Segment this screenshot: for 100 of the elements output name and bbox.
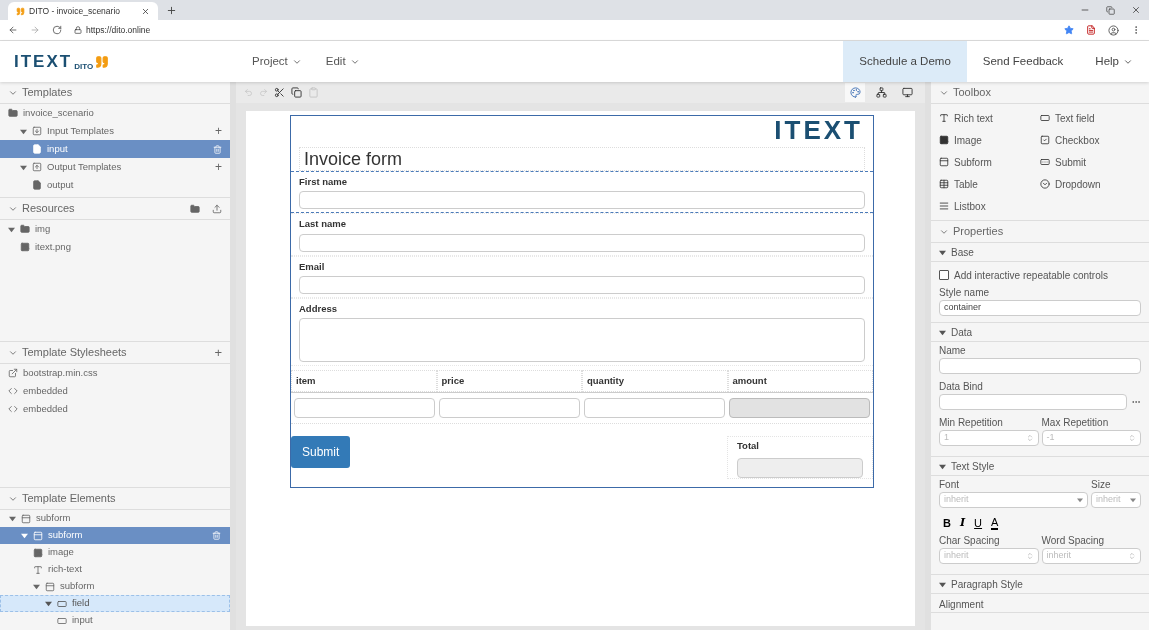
toolbox-item[interactable]: Submit	[1040, 151, 1141, 173]
tree-item[interactable]: embedded	[0, 400, 230, 418]
header-button[interactable]: Schedule a Demo	[843, 41, 967, 82]
close-icon[interactable]	[1131, 5, 1141, 15]
text-input[interactable]	[299, 233, 865, 252]
tree-item[interactable]: Input Templates +	[0, 122, 230, 140]
code-icon	[8, 386, 18, 396]
text-icon	[33, 564, 43, 575]
spinner-icon[interactable]	[1128, 552, 1136, 560]
format-button[interactable]: A	[991, 516, 999, 530]
tree-item[interactable]: subform	[0, 527, 230, 544]
tree-item[interactable]: embedded	[0, 382, 230, 400]
menu-item[interactable]: Edit	[325, 52, 360, 71]
field-label: Style name	[939, 286, 991, 300]
trash-icon[interactable]	[213, 144, 222, 154]
tree-item[interactable]: input	[0, 612, 230, 629]
field-label: Font	[939, 478, 960, 492]
forward-icon[interactable]	[30, 25, 40, 35]
reload-icon[interactable]	[52, 25, 62, 35]
caret-icon	[9, 515, 16, 522]
toolbox-item[interactable]: Rich text	[939, 107, 1040, 129]
caret-icon	[939, 248, 946, 256]
table-input[interactable]	[439, 398, 580, 419]
tree-item[interactable]: subform	[0, 578, 230, 595]
format-button[interactable]: U	[974, 517, 983, 529]
tree-item[interactable]: bootstrap.min.css	[0, 364, 230, 382]
input-field[interactable]	[939, 394, 1127, 410]
section-header[interactable]: Text Style	[931, 457, 1149, 476]
tree-item[interactable]: field	[0, 595, 230, 612]
quote-icon	[95, 54, 110, 69]
toolbox-item[interactable]: Image	[939, 129, 1040, 151]
add-button[interactable]: +	[214, 346, 222, 359]
toolbox-item[interactable]: Table	[939, 173, 1040, 195]
trash-icon[interactable]	[212, 531, 221, 540]
spinner-icon[interactable]	[1025, 552, 1034, 560]
tree-item[interactable]: output	[0, 176, 230, 194]
dropdown-arrow-icon[interactable]	[1077, 497, 1083, 503]
code-icon	[8, 404, 18, 414]
section-header[interactable]: Paragraph Style	[931, 575, 1149, 594]
up-arrow-box-icon	[32, 162, 42, 172]
menu-item[interactable]: Project	[252, 52, 302, 71]
input-field[interactable]	[939, 358, 1141, 374]
tree-item[interactable]: rich-text	[0, 561, 230, 578]
copy-icon[interactable]	[291, 87, 302, 98]
panel-title: Template Stylesheets	[22, 345, 128, 361]
text-input[interactable]	[299, 191, 865, 210]
new-folder-icon[interactable]	[190, 203, 200, 214]
section-header[interactable]: Base	[931, 243, 1149, 262]
format-button[interactable]: I	[959, 517, 966, 529]
caret-icon	[45, 600, 52, 607]
file-icon	[32, 180, 42, 190]
close-tab-icon[interactable]	[141, 6, 150, 16]
monitor-icon	[901, 87, 913, 98]
pdf-extension-icon[interactable]	[1086, 25, 1096, 35]
account-icon[interactable]	[1108, 24, 1119, 36]
tree-item[interactable]: input	[0, 140, 230, 158]
submit-button[interactable]: Submit	[291, 436, 351, 469]
format-button[interactable]: B	[943, 517, 951, 529]
text-area[interactable]	[299, 318, 865, 362]
scissors-icon[interactable]	[274, 87, 285, 98]
toolbox-item[interactable]: Text field	[1040, 107, 1141, 129]
text-input[interactable]	[299, 275, 865, 294]
caret-icon	[20, 163, 27, 171]
field-label: Word Spacing	[1041, 534, 1106, 548]
window-icon	[939, 157, 949, 167]
dropdown-icon	[1040, 179, 1050, 189]
url-field[interactable]: https://dito.online	[74, 22, 1052, 38]
add-button[interactable]: +	[215, 125, 222, 137]
caret-icon	[33, 583, 40, 590]
input-field[interactable]: container	[939, 300, 1141, 316]
table-input[interactable]	[294, 398, 435, 419]
tree-item[interactable]: img	[0, 220, 230, 238]
restore-icon[interactable]	[1106, 5, 1115, 15]
spinner-icon[interactable]	[1025, 434, 1034, 442]
star-icon[interactable]	[1064, 25, 1074, 35]
tree-item[interactable]: itext.png	[0, 238, 230, 256]
toolbox-item[interactable]: Checkbox	[1040, 129, 1141, 151]
new-tab-icon[interactable]	[166, 5, 177, 16]
upload-icon[interactable]	[212, 203, 222, 214]
tree-item[interactable]: subform	[0, 510, 230, 527]
add-button[interactable]: +	[215, 161, 222, 173]
toolbox-item[interactable]: Dropdown	[1040, 173, 1141, 195]
toolbox-item[interactable]: Subform	[939, 151, 1040, 173]
checkbox-label: Add interactive repeatable controls	[954, 268, 1108, 283]
header-button[interactable]: Help	[1079, 41, 1149, 82]
tree-item[interactable]: Output Templates +	[0, 158, 230, 176]
tree-item[interactable]: image	[0, 544, 230, 561]
table-input[interactable]	[584, 398, 725, 419]
browser-tab[interactable]: DITO - invoice_scenario	[8, 2, 158, 20]
dropdown-arrow-icon[interactable]	[1130, 497, 1136, 503]
back-icon[interactable]	[8, 25, 18, 35]
section-header[interactable]: Data	[931, 323, 1149, 342]
checkbox-row[interactable]: Add interactive repeatable controls	[939, 264, 1141, 286]
tree-item[interactable]: invoice_scenario	[0, 104, 230, 122]
column-header: item	[291, 370, 437, 393]
checkbox[interactable]	[939, 270, 949, 280]
table-icon	[939, 179, 949, 189]
toolbox-item[interactable]: Listbox	[939, 195, 1040, 217]
spinner-icon[interactable]	[1128, 434, 1136, 442]
header-button[interactable]: Send Feedback	[966, 41, 1080, 82]
